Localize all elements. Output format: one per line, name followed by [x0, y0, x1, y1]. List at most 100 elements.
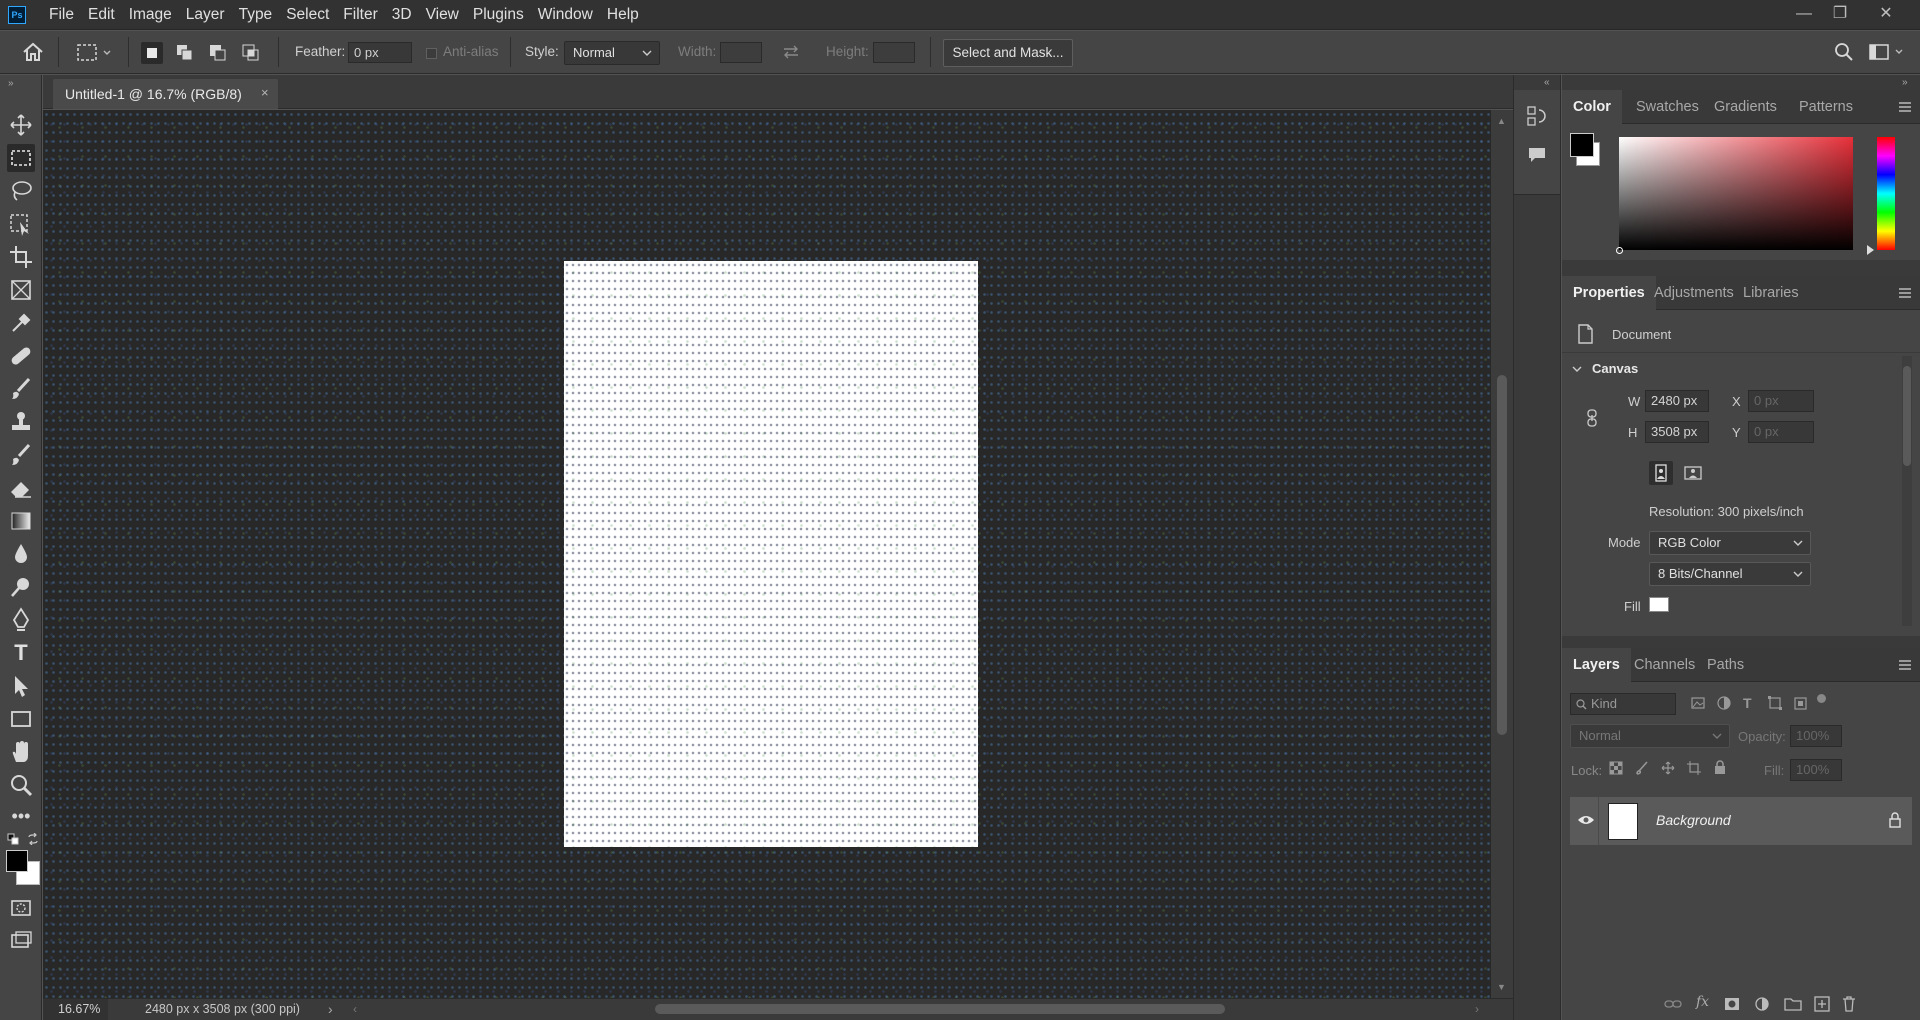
lock-icon[interactable]: [1888, 812, 1902, 828]
opacity-input[interactable]: 100%: [1790, 725, 1842, 747]
blur-icon[interactable]: [7, 540, 35, 568]
vertical-scroll-thumb[interactable]: [1497, 375, 1507, 735]
tab-paths[interactable]: Paths: [1696, 648, 1755, 682]
fill-input[interactable]: 100%: [1790, 759, 1842, 781]
color-picker-handle[interactable]: [1616, 247, 1623, 254]
feather-input[interactable]: 0 px: [348, 42, 412, 63]
menu-layer[interactable]: Layer: [179, 0, 232, 30]
healing-icon[interactable]: [7, 342, 35, 370]
collapse-icon[interactable]: »: [8, 78, 14, 89]
menu-file[interactable]: File: [42, 0, 81, 30]
quick-mask-icon[interactable]: [7, 894, 35, 922]
lock-pixels-icon[interactable]: [1635, 761, 1649, 775]
zoom-level[interactable]: 16.67%: [43, 999, 108, 1020]
filter-type-icon[interactable]: T: [1743, 695, 1752, 711]
home-icon[interactable]: [22, 42, 44, 62]
frame-icon[interactable]: [7, 276, 35, 304]
width-input[interactable]: [720, 42, 762, 63]
layer-filter-kind[interactable]: Kind: [1570, 693, 1676, 715]
path-select-icon[interactable]: [7, 672, 35, 700]
fx-icon[interactable]: fx: [1696, 994, 1709, 1010]
restore-button[interactable]: ❐: [1822, 0, 1858, 30]
color-mode-dropdown[interactable]: RGB Color: [1649, 531, 1811, 555]
collapse-panels-icon[interactable]: «: [1544, 77, 1550, 88]
tab-libraries[interactable]: Libraries: [1732, 276, 1810, 310]
type-icon[interactable]: T: [7, 639, 35, 667]
new-layer-icon[interactable]: [1814, 996, 1830, 1012]
scroll-up-icon[interactable]: ▲: [1497, 116, 1506, 126]
delete-layer-icon[interactable]: [1842, 996, 1856, 1012]
layer-row[interactable]: Background: [1570, 797, 1912, 845]
expand-panels-icon[interactable]: »: [1902, 77, 1908, 88]
history-brush-icon[interactable]: [7, 441, 35, 469]
properties-scrollbar[interactable]: [1902, 356, 1912, 626]
menu-image[interactable]: Image: [122, 0, 179, 30]
eraser-icon[interactable]: [7, 474, 35, 502]
new-adjustment-icon[interactable]: [1754, 996, 1770, 1012]
document-tab[interactable]: Untitled-1 @ 16.7% (RGB/8) ×: [53, 79, 278, 109]
tab-color[interactable]: Color: [1562, 90, 1622, 124]
tab-swatches[interactable]: Swatches: [1625, 90, 1710, 124]
color-spectrum-field[interactable]: [1619, 137, 1853, 250]
horizontal-scroll-thumb[interactable]: [655, 1004, 1225, 1014]
lock-transparent-icon[interactable]: [1609, 761, 1623, 775]
menu-edit[interactable]: Edit: [81, 0, 122, 30]
menu-view[interactable]: View: [419, 0, 466, 30]
new-group-icon[interactable]: [1784, 997, 1802, 1011]
info-menu-icon[interactable]: ›: [328, 1001, 333, 1017]
menu-help[interactable]: Help: [600, 0, 646, 30]
menu-3d[interactable]: 3D: [385, 0, 419, 30]
link-layers-icon[interactable]: [1664, 998, 1682, 1010]
swap-icon[interactable]: [782, 44, 800, 60]
scroll-right-icon[interactable]: ›: [1475, 1002, 1479, 1016]
blend-mode-dropdown[interactable]: Normal: [1570, 724, 1730, 748]
portrait-orientation-button[interactable]: [1649, 461, 1673, 485]
lock-artboard-icon[interactable]: [1687, 761, 1701, 775]
pen-icon[interactable]: [7, 606, 35, 634]
eye-icon[interactable]: [1577, 813, 1595, 827]
panel-foreground-swatch[interactable]: [1570, 133, 1594, 157]
hand-icon[interactable]: [7, 738, 35, 766]
minimize-button[interactable]: —: [1786, 0, 1822, 30]
marquee-icon[interactable]: [7, 144, 35, 172]
menu-select[interactable]: Select: [279, 0, 336, 30]
scroll-left-icon[interactable]: ‹: [353, 1002, 357, 1016]
gradient-icon[interactable]: [7, 507, 35, 535]
filter-smart-object-icon[interactable]: [1792, 695, 1808, 711]
filter-adjustment-icon[interactable]: [1716, 695, 1732, 711]
scroll-down-icon[interactable]: ▼: [1497, 982, 1506, 992]
tab-gradients[interactable]: Gradients: [1703, 90, 1788, 124]
panel-menu-icon[interactable]: [1898, 287, 1912, 299]
filter-shape-icon[interactable]: [1767, 695, 1783, 711]
hue-slider[interactable]: [1877, 137, 1895, 250]
landscape-orientation-button[interactable]: [1681, 461, 1705, 485]
antialias-checkbox[interactable]: [426, 48, 437, 59]
add-mask-icon[interactable]: [1724, 997, 1740, 1011]
filter-pixel-icon[interactable]: [1690, 695, 1706, 711]
fill-color-swatch[interactable]: [1649, 597, 1669, 612]
brush-icon[interactable]: [7, 375, 35, 403]
intersect-selection-icon[interactable]: [240, 42, 262, 64]
screen-mode-icon[interactable]: [7, 927, 35, 955]
document-canvas[interactable]: [564, 261, 978, 847]
close-button[interactable]: ✕: [1868, 0, 1904, 30]
height-input[interactable]: [873, 42, 915, 63]
panel-menu-icon[interactable]: [1898, 659, 1912, 671]
canvas-width-input[interactable]: 2480 px: [1645, 390, 1709, 412]
tab-layers[interactable]: Layers: [1562, 648, 1631, 682]
lasso-icon[interactable]: [7, 177, 35, 205]
menu-type[interactable]: Type: [232, 0, 280, 30]
foreground-color-swatch[interactable]: [6, 850, 28, 872]
style-dropdown[interactable]: Normal: [564, 41, 660, 65]
workspace-icon[interactable]: [1869, 43, 1905, 61]
filter-toggle-icon[interactable]: [1817, 694, 1826, 703]
zoom-icon[interactable]: [7, 771, 35, 799]
menu-filter[interactable]: Filter: [336, 0, 384, 30]
menu-plugins[interactable]: Plugins: [466, 0, 531, 30]
tab-properties[interactable]: Properties: [1562, 276, 1656, 310]
rectangle-icon[interactable]: [7, 705, 35, 733]
swap-colors-icon[interactable]: [27, 833, 39, 845]
more-icon[interactable]: •••: [7, 804, 35, 832]
new-selection-icon[interactable]: [141, 42, 163, 64]
stamp-icon[interactable]: [7, 408, 35, 436]
